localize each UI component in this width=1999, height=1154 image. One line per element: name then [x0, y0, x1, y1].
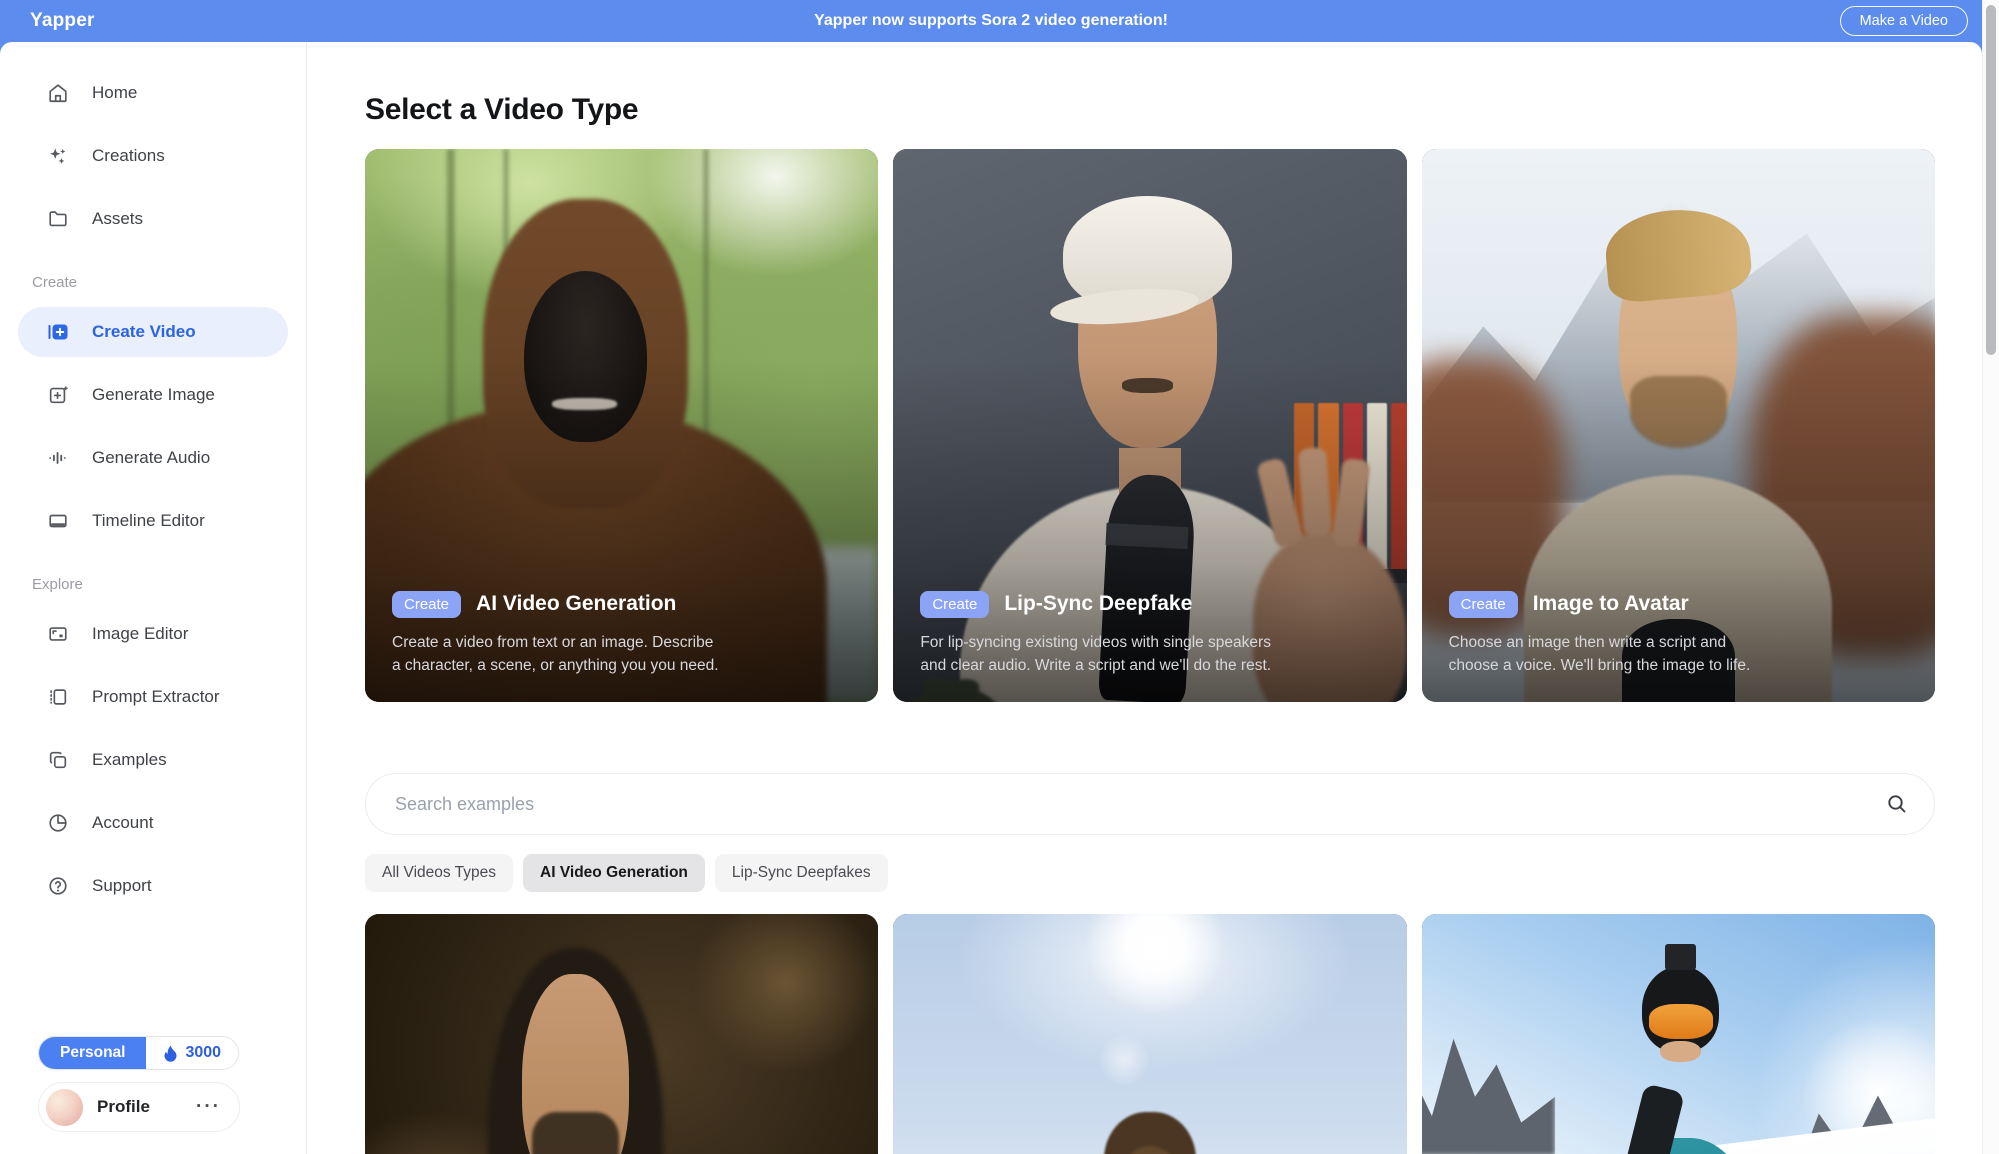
generate-image-icon [46, 383, 70, 407]
card-description: For lip-syncing existing videos with sin… [920, 631, 1379, 678]
sidebar-item-label: Home [92, 83, 137, 103]
content-sheet: Home Creations Assets Create Create V [0, 42, 1982, 1154]
card-caption: Create Image to Avatar Choose an image t… [1422, 591, 1935, 703]
create-badge: Create [392, 591, 461, 618]
image-editor-icon [46, 622, 70, 646]
section-label-explore: Explore [32, 576, 306, 593]
search-icon[interactable] [1885, 792, 1909, 816]
credits-amount: 3000 [185, 1044, 221, 1062]
card-description: Choose an image then write a script and … [1449, 631, 1908, 678]
sidebar-item-label: Timeline Editor [92, 511, 205, 531]
prompt-extractor-icon [46, 685, 70, 709]
cave-selfie-thumbnail [365, 914, 878, 1154]
folder-icon [46, 207, 70, 231]
app-logo: Yapper [30, 10, 95, 32]
sidebar-item-home[interactable]: Home [18, 68, 288, 118]
top-banner: Yapper Yapper now supports Sora 2 video … [0, 0, 1982, 42]
chip-ai-video-generation[interactable]: AI Video Generation [523, 854, 705, 892]
waveform-icon [46, 446, 70, 470]
sidebar-item-label: Account [92, 813, 153, 833]
scrollbar-thumb[interactable] [1986, 5, 1996, 355]
sidebar-item-label: Generate Image [92, 385, 215, 405]
create-video-icon [46, 320, 70, 344]
snowboarder-thumbnail [1422, 914, 1935, 1154]
credits-badge[interactable]: 3000 [146, 1037, 238, 1069]
example-video-cave-selfie[interactable] [365, 914, 878, 1154]
timeline-icon [46, 509, 70, 533]
sidebar-item-examples[interactable]: Examples [18, 735, 288, 785]
example-videos [365, 914, 1935, 1154]
sidebar-item-label: Creations [92, 146, 165, 166]
sidebar-item-label: Generate Audio [92, 448, 210, 468]
scrollbar[interactable] [1982, 0, 1999, 1154]
video-type-cards: Create AI Video Generation Create a vide… [365, 149, 1935, 702]
profile-label: Profile [97, 1097, 150, 1117]
card-image-to-avatar[interactable]: Create Image to Avatar Choose an image t… [1422, 149, 1935, 702]
sidebar-item-label: Examples [92, 750, 167, 770]
chip-all-video-types[interactable]: All Videos Types [365, 854, 513, 892]
workspace-pill[interactable]: Personal 3000 [38, 1036, 239, 1070]
desert-bigfoot-thumbnail [893, 914, 1406, 1154]
sparkles-icon [46, 144, 70, 168]
announcement-text: Yapper now supports Sora 2 video generat… [814, 12, 1168, 30]
sidebar-item-generate-image[interactable]: Generate Image [18, 370, 288, 420]
sidebar-item-assets[interactable]: Assets [18, 194, 288, 244]
sidebar-item-label: Image Editor [92, 624, 188, 644]
profile-menu-icon[interactable]: ··· [196, 1096, 221, 1118]
question-circle-icon [46, 874, 70, 898]
sidebar-item-image-editor[interactable]: Image Editor [18, 609, 288, 659]
create-badge: Create [920, 591, 989, 618]
search-bar [365, 773, 1935, 835]
card-caption: Create Lip-Sync Deepfake For lip-syncing… [893, 591, 1406, 703]
card-title: Image to Avatar [1533, 592, 1689, 616]
home-icon [46, 81, 70, 105]
card-caption: Create AI Video Generation Create a vide… [365, 591, 878, 703]
profile-button[interactable]: Profile ··· [38, 1082, 240, 1132]
sidebar-item-timeline-editor[interactable]: Timeline Editor [18, 496, 288, 546]
sidebar-item-label: Create Video [92, 322, 196, 342]
flame-icon [163, 1045, 178, 1062]
card-title: AI Video Generation [476, 592, 676, 616]
sidebar: Home Creations Assets Create Create V [0, 42, 307, 1154]
workspace-plan-toggle[interactable]: Personal [39, 1037, 146, 1069]
avatar [46, 1089, 83, 1126]
chip-lip-sync-deepfakes[interactable]: Lip-Sync Deepfakes [715, 854, 888, 892]
create-badge: Create [1449, 591, 1518, 618]
sidebar-item-label: Assets [92, 209, 143, 229]
example-video-snowboarder[interactable] [1422, 914, 1935, 1154]
section-label-create: Create [32, 274, 306, 291]
sidebar-item-support[interactable]: Support [18, 861, 288, 911]
card-description: Create a video from text or an image. De… [392, 631, 851, 678]
sidebar-item-creations[interactable]: Creations [18, 131, 288, 181]
page-title: Select a Video Type [365, 93, 1935, 127]
example-video-desert-bigfoot[interactable] [893, 914, 1406, 1154]
sidebar-item-prompt-extractor[interactable]: Prompt Extractor [18, 672, 288, 722]
pie-chart-icon [46, 811, 70, 835]
app-window: Yapper Yapper now supports Sora 2 video … [0, 0, 1999, 1154]
sidebar-item-label: Support [92, 876, 152, 896]
main-content: Select a Video Type Create AI Video Gene… [307, 42, 1982, 1154]
sidebar-item-account[interactable]: Account [18, 798, 288, 848]
sidebar-item-label: Prompt Extractor [92, 687, 220, 707]
make-a-video-button[interactable]: Make a Video [1840, 6, 1968, 36]
sidebar-item-generate-audio[interactable]: Generate Audio [18, 433, 288, 483]
search-input[interactable] [365, 773, 1935, 835]
sidebar-item-create-video[interactable]: Create Video [18, 307, 288, 357]
card-title: Lip-Sync Deepfake [1004, 592, 1192, 616]
card-ai-video-generation[interactable]: Create AI Video Generation Create a vide… [365, 149, 878, 702]
filter-chips: All Videos Types AI Video Generation Lip… [365, 854, 1935, 892]
examples-icon [46, 748, 70, 772]
card-lip-sync-deepfake[interactable]: Create Lip-Sync Deepfake For lip-syncing… [893, 149, 1406, 702]
